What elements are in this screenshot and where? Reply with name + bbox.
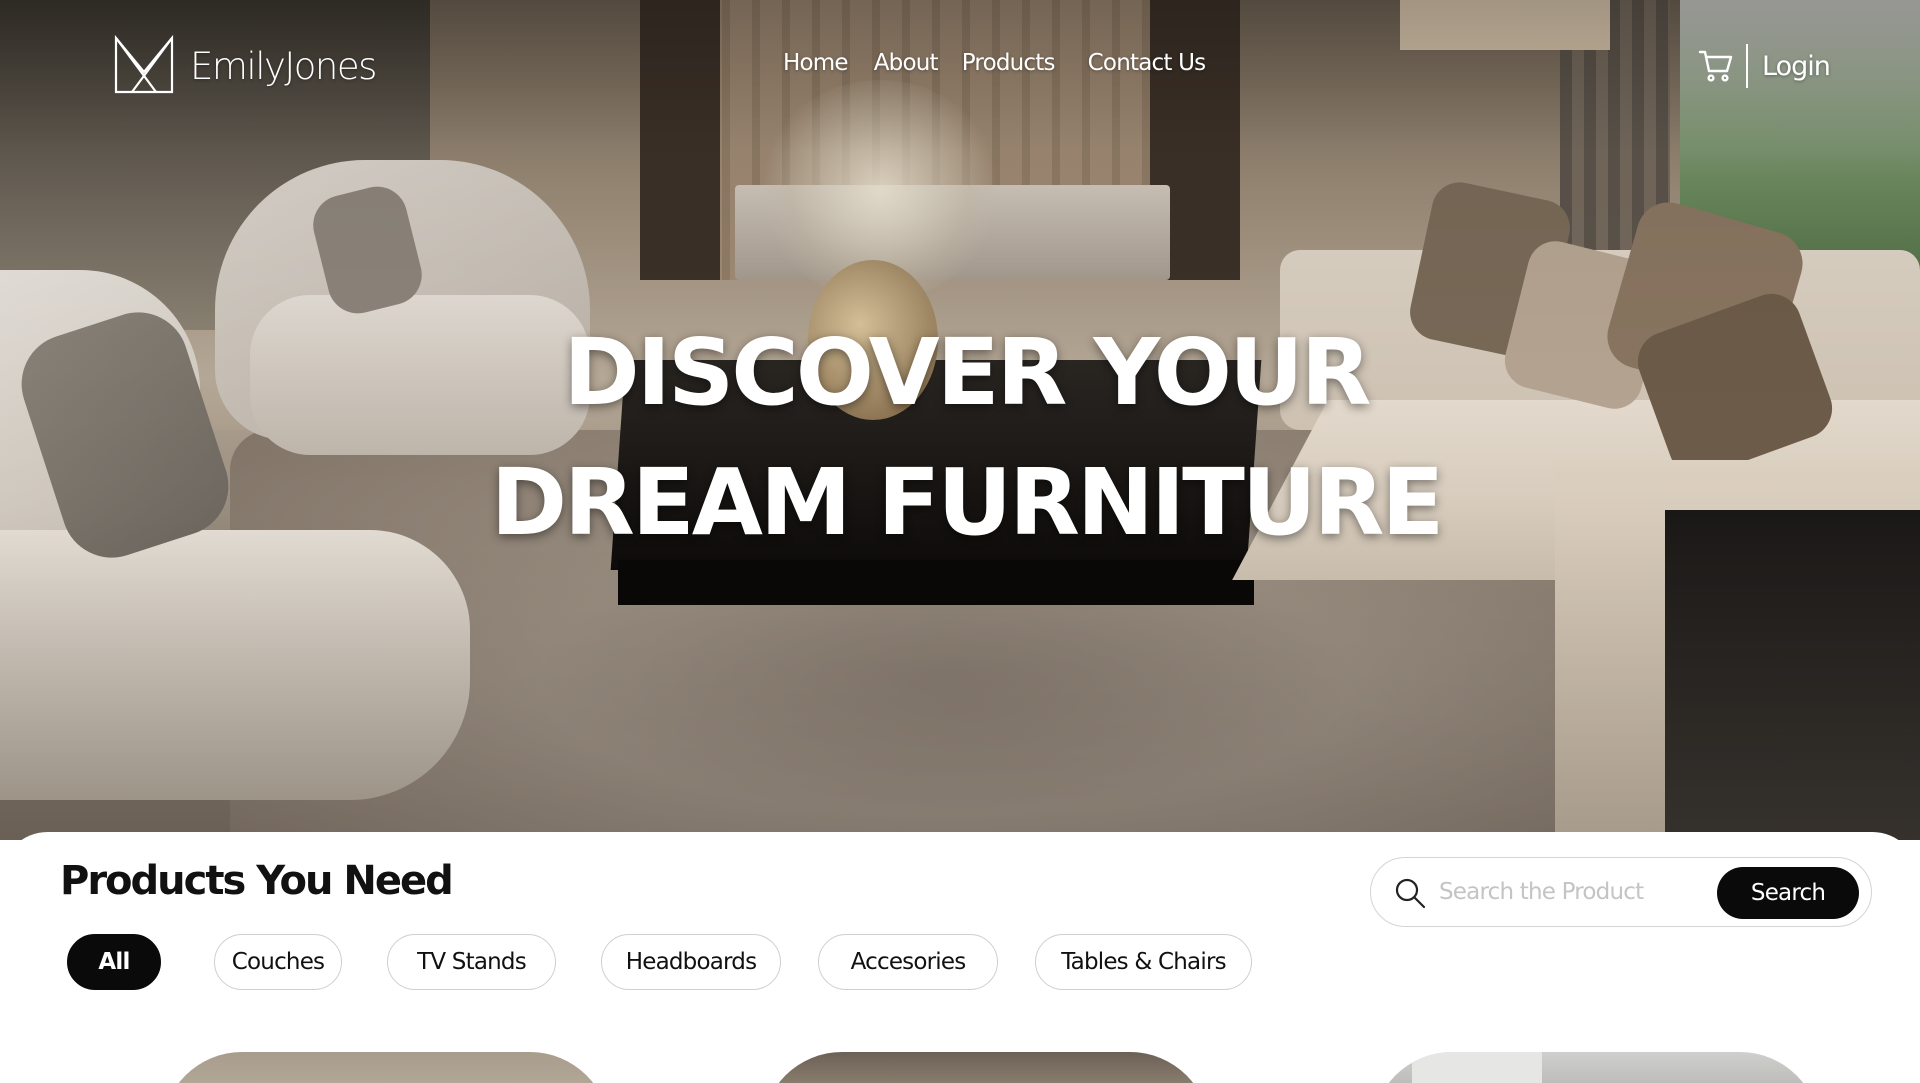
- hero-banner: EmilyJones Home About Products Contact U…: [0, 0, 1920, 840]
- nav-products[interactable]: Products: [962, 50, 1056, 76]
- products-section: Products You Need Search All Couches TV …: [0, 832, 1920, 1083]
- brand-logo[interactable]: EmilyJones: [112, 32, 377, 101]
- main-nav: Home About Products Contact Us: [783, 50, 1231, 76]
- hero-headline: DISCOVER YOUR DREAM FURNITURE: [0, 308, 1920, 568]
- product-card-image[interactable]: [762, 1052, 1210, 1083]
- nav-about[interactable]: About: [874, 50, 939, 76]
- filter-couches[interactable]: Couches: [214, 934, 342, 990]
- hero-headline-line-1: DISCOVER YOUR: [563, 319, 1371, 426]
- nav-home[interactable]: Home: [783, 50, 849, 76]
- product-card-image[interactable]: [1372, 1052, 1820, 1083]
- section-title: Products You Need: [60, 858, 454, 904]
- search-button[interactable]: Search: [1717, 867, 1859, 919]
- brand-name: EmilyJones: [190, 45, 377, 88]
- nav-contact-us[interactable]: Contact Us: [1088, 50, 1206, 76]
- filter-tables-chairs[interactable]: Tables & Chairs: [1035, 934, 1252, 990]
- nav-actions: Login: [1696, 44, 1831, 88]
- hero-headline-line-2: DREAM FURNITURE: [490, 449, 1445, 556]
- cart-icon[interactable]: [1696, 46, 1736, 86]
- login-link[interactable]: Login: [1762, 51, 1831, 82]
- product-card-image[interactable]: [162, 1052, 610, 1083]
- search-input[interactable]: [1439, 872, 1709, 912]
- filter-headboards[interactable]: Headboards: [601, 934, 781, 990]
- filter-tv-stands[interactable]: TV Stands: [387, 934, 556, 990]
- search-bar: Search: [1370, 857, 1872, 927]
- logo-mark-icon: [112, 32, 176, 101]
- search-icon: [1393, 876, 1427, 910]
- nav-divider: [1746, 44, 1748, 88]
- filter-all[interactable]: All: [67, 934, 161, 990]
- filter-accesories[interactable]: Accesories: [818, 934, 998, 990]
